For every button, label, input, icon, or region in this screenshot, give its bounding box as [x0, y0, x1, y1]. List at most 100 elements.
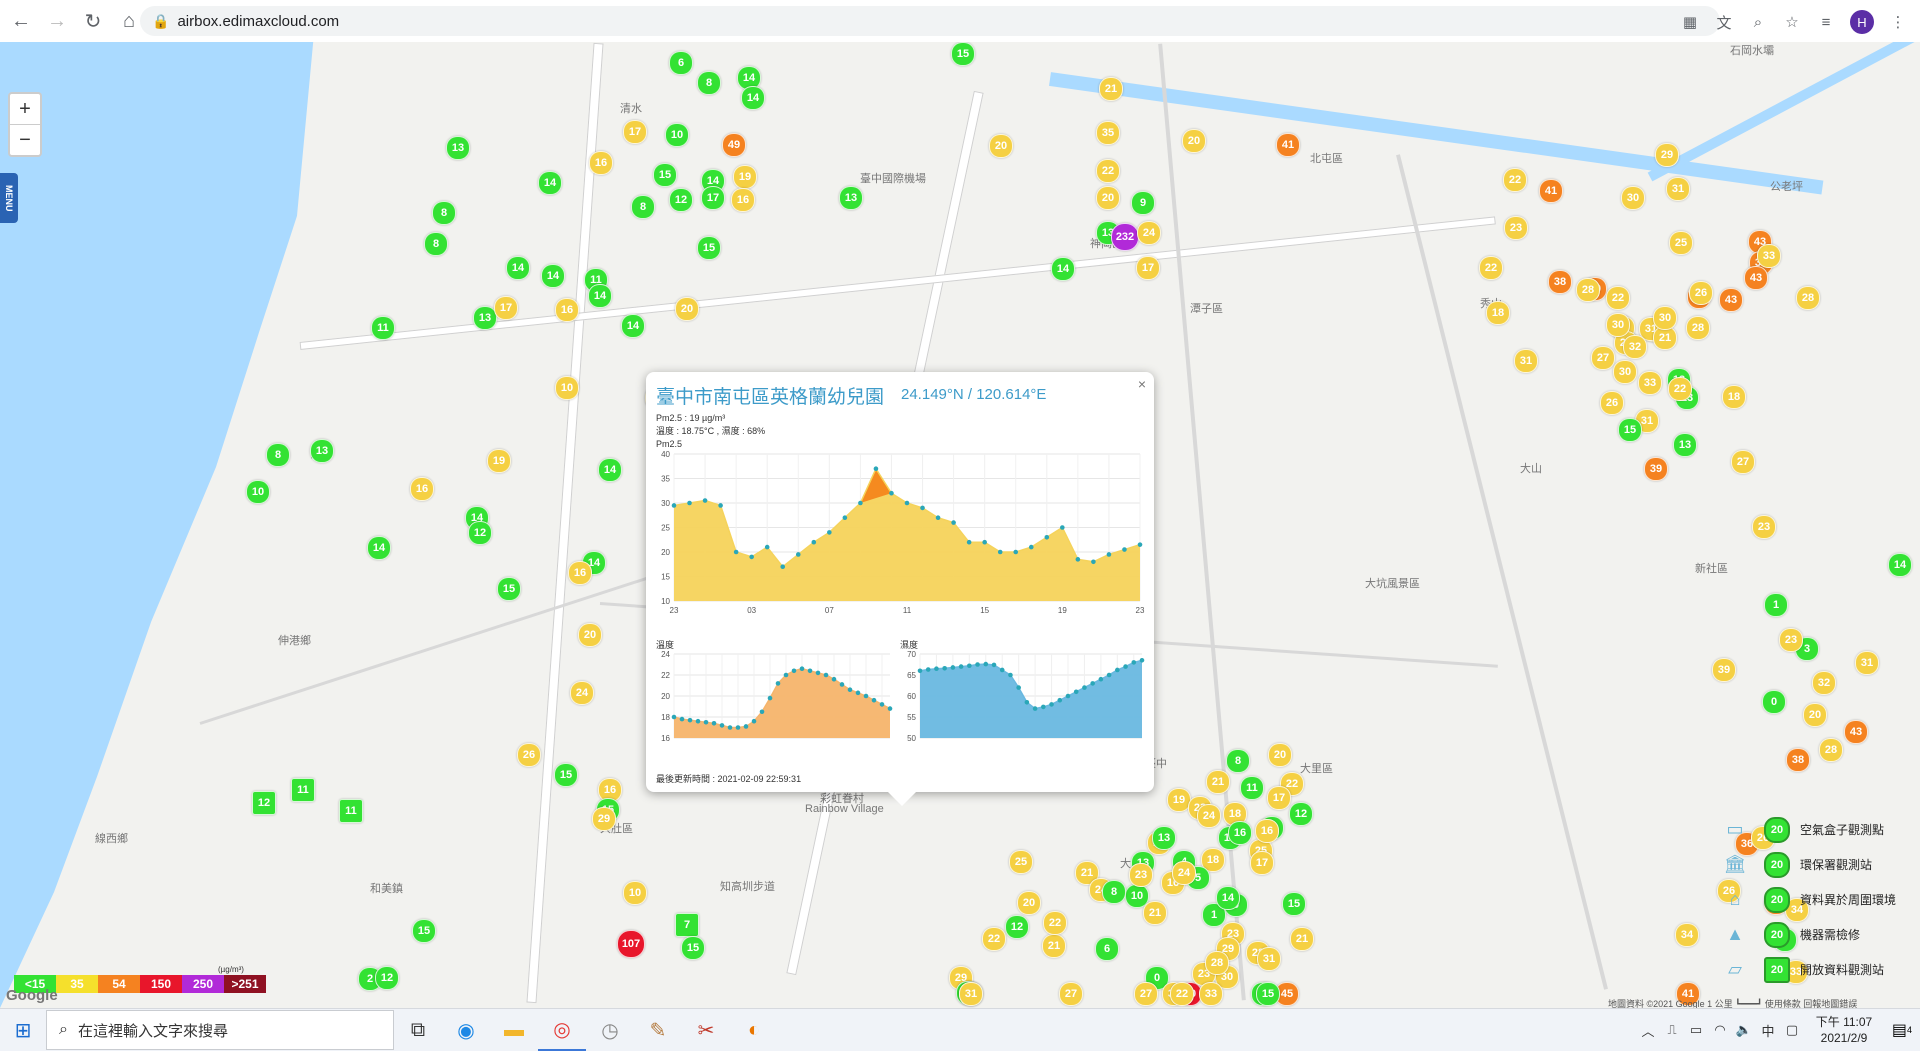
taskbar-search[interactable]: ⌕ 在這裡輸入文字來搜尋	[46, 1010, 394, 1050]
translate-icon[interactable]: 文	[1714, 12, 1734, 32]
station-marker[interactable]: 22	[1668, 377, 1692, 401]
station-marker[interactable]: 8	[432, 201, 456, 225]
chevron-up-icon[interactable]: ︿	[1636, 1018, 1660, 1042]
station-marker[interactable]: 8	[424, 232, 448, 256]
station-marker[interactable]: 23	[1779, 628, 1803, 652]
station-marker[interactable]: 12	[468, 521, 492, 545]
station-marker[interactable]: 20	[989, 134, 1013, 158]
station-marker[interactable]: 28	[1686, 316, 1710, 340]
station-marker[interactable]: 0	[1762, 690, 1786, 714]
station-marker[interactable]: 15	[1256, 982, 1280, 1006]
profile-avatar[interactable]: H	[1850, 10, 1874, 34]
station-marker[interactable]: 11	[371, 316, 395, 340]
station-marker[interactable]: 14	[538, 171, 562, 195]
station-marker[interactable]: 22	[1606, 286, 1630, 310]
station-marker[interactable]: 43	[1744, 266, 1768, 290]
wifi-icon[interactable]: ◠	[1708, 1018, 1732, 1042]
station-marker[interactable]: 6	[1095, 937, 1119, 961]
station-marker[interactable]: 21	[1206, 770, 1230, 794]
volume-icon[interactable]: 🔈	[1732, 1018, 1756, 1042]
zoom-in-button[interactable]: +	[10, 94, 40, 124]
station-marker[interactable]: 17	[1267, 786, 1291, 810]
station-marker[interactable]: 30	[1653, 306, 1677, 330]
station-marker[interactable]: 16	[731, 188, 755, 212]
station-marker[interactable]: 12	[252, 791, 276, 815]
station-marker[interactable]: 10	[665, 123, 689, 147]
close-icon[interactable]: ×	[1138, 376, 1146, 392]
station-marker[interactable]: 22	[1170, 982, 1194, 1006]
station-marker[interactable]: 31	[1666, 177, 1690, 201]
station-marker[interactable]: 16	[1228, 821, 1252, 845]
station-marker[interactable]: 41	[1276, 133, 1300, 157]
station-marker[interactable]: 9	[1131, 191, 1155, 215]
station-marker[interactable]: 12	[1005, 915, 1029, 939]
station-marker[interactable]: 26	[1689, 281, 1713, 305]
station-marker[interactable]: 20	[675, 297, 699, 321]
station-marker[interactable]: 11	[339, 799, 363, 823]
bookmark-star-icon[interactable]: ☆	[1782, 12, 1802, 32]
station-marker[interactable]: 8	[631, 195, 655, 219]
station-marker[interactable]: 16	[410, 477, 434, 501]
station-marker[interactable]: 30	[1613, 360, 1637, 384]
station-marker[interactable]: 20	[1017, 891, 1041, 915]
station-marker[interactable]: 24	[1172, 861, 1196, 885]
station-marker[interactable]: 12	[375, 966, 399, 990]
station-marker[interactable]: 27	[1731, 450, 1755, 474]
station-marker[interactable]: 27	[1059, 982, 1083, 1006]
station-marker[interactable]: 24	[1137, 221, 1161, 245]
station-marker[interactable]: 38	[1786, 748, 1810, 772]
address-bar[interactable]: 🔒 airbox.edimaxcloud.com	[140, 6, 1720, 36]
station-marker[interactable]: 15	[697, 236, 721, 260]
station-marker[interactable]: 1	[1764, 593, 1788, 617]
station-marker[interactable]: 20	[1182, 129, 1206, 153]
station-marker[interactable]: 12	[669, 188, 693, 212]
menu-tab[interactable]: MENU	[0, 173, 18, 223]
station-marker[interactable]: 22	[1043, 911, 1067, 935]
station-marker[interactable]: 6	[669, 51, 693, 75]
station-marker[interactable]: 16	[1255, 819, 1279, 843]
zoom-out-button[interactable]: −	[10, 124, 40, 155]
station-marker[interactable]: 17	[494, 296, 518, 320]
map-canvas[interactable]: 臺中國際機場神岡區潭子區北屯區大里區臺中龍井大肚區伸港鄉和美鎮線西鄉大坑風景區新…	[0, 42, 1920, 1008]
station-marker[interactable]: 25	[1669, 231, 1693, 255]
station-marker[interactable]: 22	[1096, 159, 1120, 183]
station-marker[interactable]: 13	[1673, 433, 1697, 457]
clock-app-icon[interactable]: ◷	[586, 1009, 634, 1051]
station-marker[interactable]: 15	[653, 163, 677, 187]
station-marker[interactable]: 16	[555, 298, 579, 322]
paint-app-icon[interactable]: ✎	[634, 1009, 682, 1051]
station-marker[interactable]: 34	[1675, 923, 1699, 947]
reload-button[interactable]: ↻	[78, 6, 108, 36]
more-menu-icon[interactable]: ⋮	[1888, 12, 1908, 32]
station-marker[interactable]: 28	[1205, 951, 1229, 975]
station-marker[interactable]: 43	[1719, 288, 1743, 312]
station-marker[interactable]: 13	[839, 186, 863, 210]
station-marker[interactable]: 31	[959, 982, 983, 1006]
station-marker[interactable]: 31	[1855, 651, 1879, 675]
forward-button[interactable]: →	[42, 6, 72, 36]
station-marker[interactable]: 14	[367, 536, 391, 560]
station-marker[interactable]: 38	[1548, 270, 1572, 294]
station-marker[interactable]: 16	[568, 561, 592, 585]
station-marker[interactable]: 21	[1290, 927, 1314, 951]
station-marker[interactable]: 17	[701, 186, 725, 210]
station-marker[interactable]: 20	[1268, 743, 1292, 767]
station-marker[interactable]: 30	[1606, 313, 1630, 337]
station-marker[interactable]: 15	[497, 577, 521, 601]
station-marker[interactable]: 18	[1486, 301, 1510, 325]
station-marker[interactable]: 10	[555, 376, 579, 400]
station-marker[interactable]: 21	[1143, 901, 1167, 925]
station-marker[interactable]: 7	[675, 913, 699, 937]
taskbar-clock[interactable]: 下午 11:07 2021/2/9	[1804, 1014, 1884, 1046]
reading-list-icon[interactable]: ≡	[1816, 12, 1836, 32]
station-marker[interactable]: 13	[310, 439, 334, 463]
station-marker[interactable]: 28	[1819, 738, 1843, 762]
edge-icon[interactable]: ◉	[442, 1009, 490, 1051]
station-marker[interactable]: 10	[623, 881, 647, 905]
station-marker[interactable]: 25	[1009, 850, 1033, 874]
station-marker[interactable]: 22	[1503, 168, 1527, 192]
station-marker[interactable]: 26	[1600, 391, 1624, 415]
zoom-icon[interactable]: ⌕	[1748, 12, 1768, 32]
station-marker[interactable]: 14	[1216, 886, 1240, 910]
station-marker[interactable]: 28	[1576, 278, 1600, 302]
